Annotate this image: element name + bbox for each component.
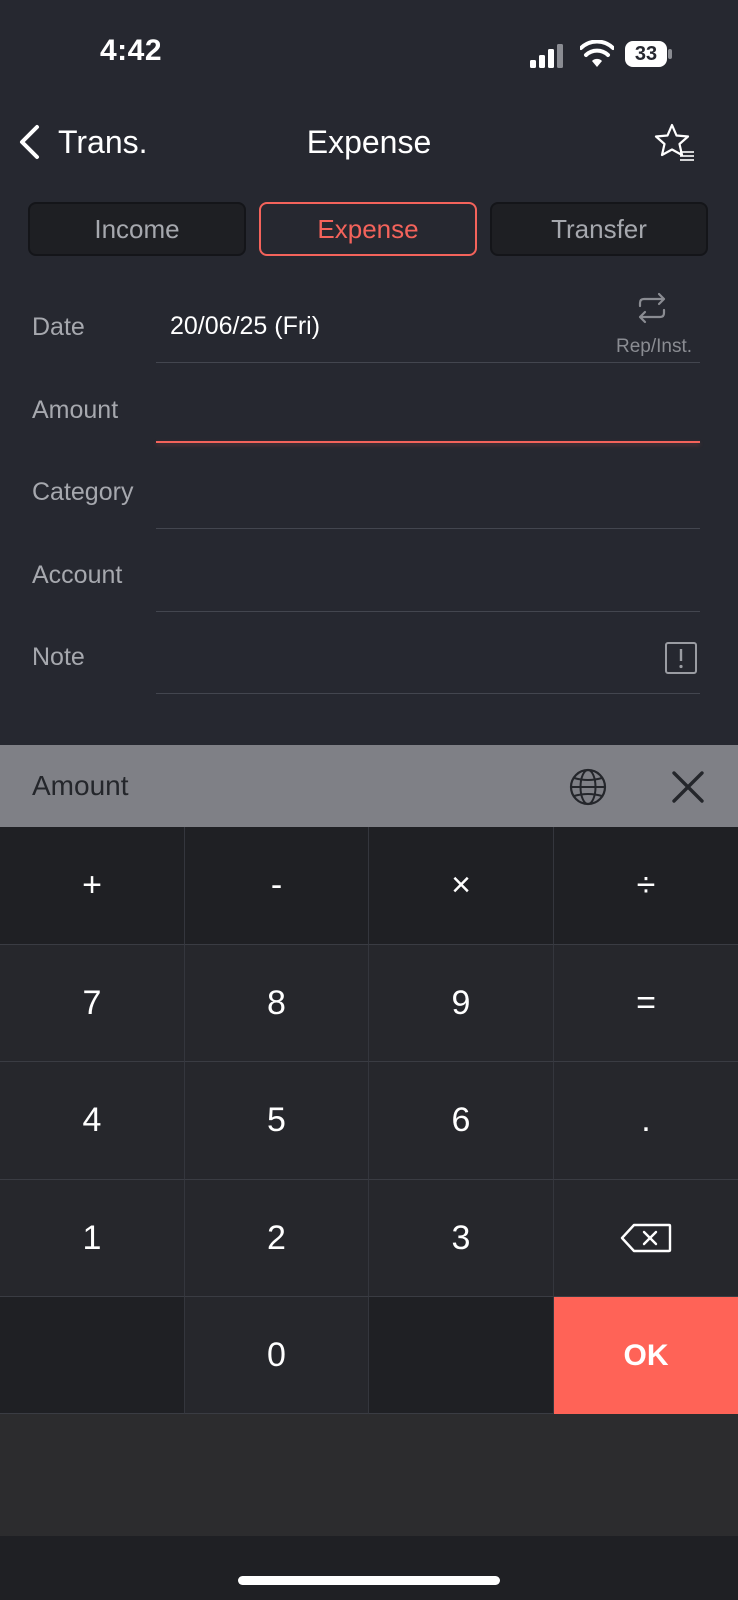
amount-label: Amount [32,396,119,424]
key-7[interactable]: 7 [0,945,185,1062]
calculator-title: Amount [32,770,129,801]
note-divider [156,693,700,694]
category-divider [156,528,700,529]
key-multiply[interactable]: × [369,827,554,945]
account-divider [156,611,700,612]
key-backspace[interactable] [554,1180,738,1297]
cellular-signal-icon [530,44,563,68]
wifi-icon [580,40,614,67]
key-3[interactable]: 3 [369,1180,554,1297]
key-4[interactable]: 4 [0,1062,185,1180]
favorites-star-icon[interactable] [654,122,696,164]
repeat-installment-label[interactable]: Rep/Inst. [604,336,704,358]
note-field[interactable] [170,643,650,679]
key-empty-right [369,1297,554,1414]
bottom-panel [0,1414,738,1536]
calculator-keypad: + - × ÷ 7 8 9 = 4 5 6 . 1 2 3 0 OK [0,827,738,1414]
category-label: Category [32,478,134,506]
battery-level: 33 [634,43,658,65]
key-0[interactable]: 0 [185,1297,369,1414]
key-equals[interactable]: = [554,945,738,1062]
date-label: Date [32,313,85,341]
tab-income[interactable]: Income [28,202,246,256]
note-label: Note [32,643,85,671]
tab-transfer[interactable]: Transfer [490,202,708,256]
key-minus[interactable]: - [185,827,369,945]
key-plus[interactable]: + [0,827,185,945]
page-title: Expense [306,124,432,160]
status-time: 4:42 [100,34,163,67]
account-label: Account [32,561,123,589]
ok-button[interactable]: OK [554,1297,738,1414]
key-6[interactable]: 6 [369,1062,554,1180]
key-9[interactable]: 9 [369,945,554,1062]
date-field[interactable]: 20/06/25 (Fri) [170,312,320,341]
home-area [0,1536,738,1600]
date-divider [156,362,700,363]
amount-divider [156,441,700,443]
repeat-icon[interactable] [634,292,670,324]
key-5[interactable]: 5 [185,1062,369,1180]
account-field[interactable] [170,561,690,597]
tab-expense[interactable]: Expense [259,202,477,256]
amount-field[interactable] [170,396,690,432]
memo-alert-icon[interactable] [664,641,698,675]
close-icon[interactable] [670,769,706,805]
key-2[interactable]: 2 [185,1180,369,1297]
key-1[interactable]: 1 [0,1180,185,1297]
key-8[interactable]: 8 [185,945,369,1062]
backspace-icon [620,1223,672,1253]
key-divide[interactable]: ÷ [554,827,738,945]
category-field[interactable] [170,478,690,514]
battery-icon: 33 [625,41,673,67]
key-empty-left [0,1297,185,1414]
globe-icon[interactable] [568,767,608,807]
key-decimal[interactable]: . [554,1062,738,1180]
home-indicator[interactable] [238,1576,500,1585]
